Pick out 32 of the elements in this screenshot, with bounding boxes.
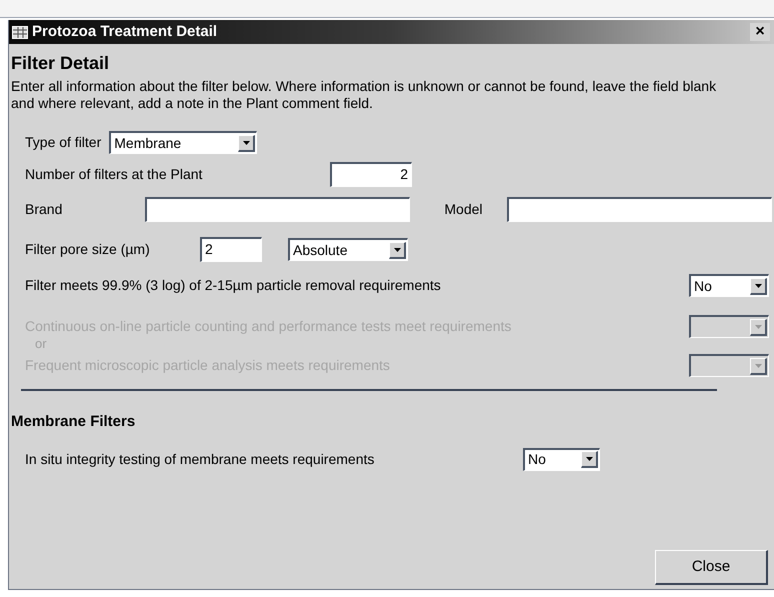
dropdown-arrow-icon [394, 248, 400, 252]
input-field[interactable]: 2 [200, 237, 262, 262]
dropdown-button[interactable] [581, 451, 598, 468]
section-heading: Filter Detail [11, 52, 110, 74]
dropdown-button[interactable] [389, 242, 406, 258]
dropdown-arrow-icon [242, 140, 250, 144]
dropdown-arrow-icon [754, 284, 762, 288]
field-label: Number of filters at the Plant [25, 165, 204, 184]
input-field[interactable] [507, 197, 772, 222]
field-label: Model [444, 200, 484, 219]
input-field[interactable]: 2 [330, 162, 412, 187]
close-button[interactable]: × [750, 23, 770, 41]
field-label: Type of filter [25, 133, 102, 152]
dropdown-arrow-icon [754, 324, 762, 328]
form-icon [12, 26, 28, 38]
dropdown-field[interactable]: No [689, 274, 769, 297]
instructions-text: Enter all information about the filter below. Where information is unknown or cannot be found, leave the field blank and where relevant, add a note in the Plant comment field. [11, 78, 718, 112]
dropdown-field[interactable]: Absolute [288, 238, 408, 261]
dropdown-field[interactable]: No [523, 448, 600, 470]
dropdown-arrow-icon [586, 457, 592, 461]
field-label: Brand [25, 200, 64, 219]
dropdown-field[interactable]: Membrane [109, 131, 258, 154]
dropdown-button[interactable] [238, 134, 256, 152]
section-heading: Membrane Filters [11, 412, 136, 432]
window-title: Protozoa Treatment Detail [32, 22, 218, 42]
dropdown-arrow-icon [754, 364, 762, 368]
question-label: Filter meets 99.9% (3 log) of 2-15µm particle removal requirements [25, 276, 442, 295]
question-label: In situ integrity testing of membrane meets requirements [25, 450, 376, 469]
dropdown-button[interactable] [750, 278, 767, 294]
close-button[interactable]: Close [655, 550, 768, 585]
input-field[interactable] [145, 197, 410, 222]
field-label: Filter pore size (µm) [25, 240, 151, 259]
